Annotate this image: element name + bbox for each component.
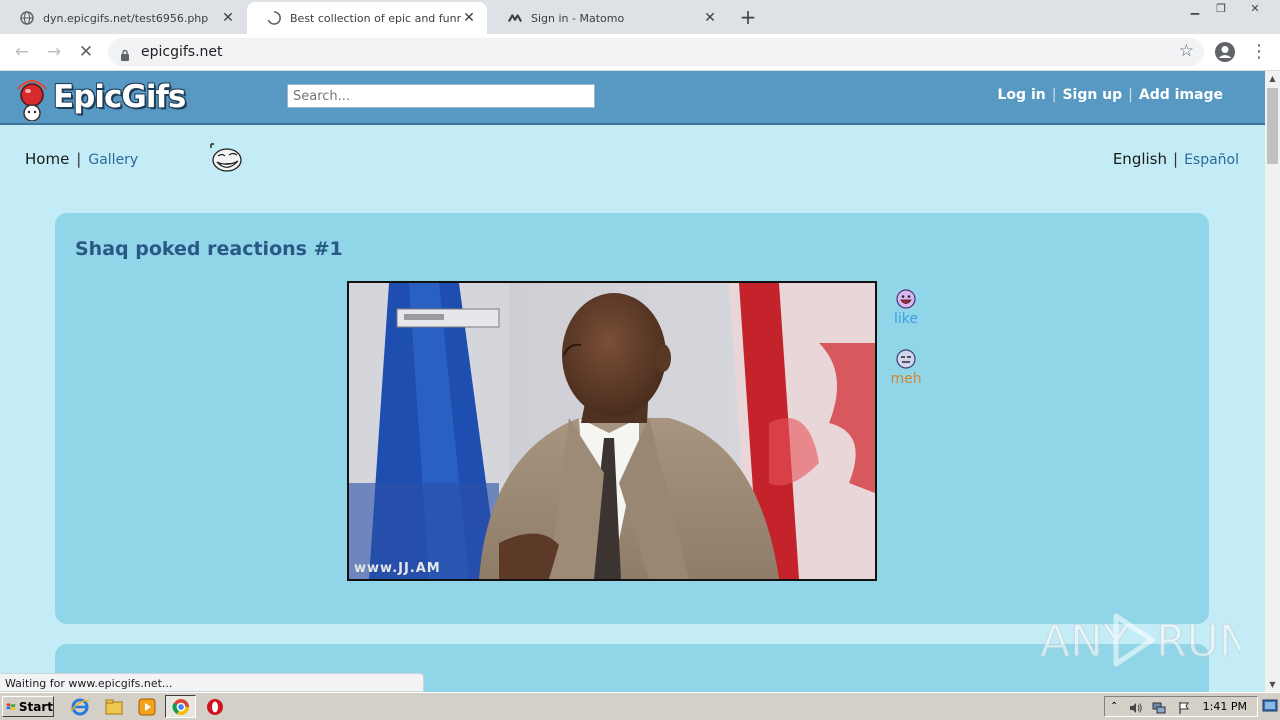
file-explorer-icon[interactable]	[104, 697, 124, 717]
troll-face-icon	[208, 141, 244, 177]
back-arrow-icon[interactable]: ←	[10, 40, 34, 64]
tab-label: dyn.epicgifs.net/test6956.php	[43, 11, 209, 25]
browser-menu-icon[interactable]: ⋮	[1250, 41, 1268, 63]
close-icon[interactable]: ✕	[220, 10, 236, 26]
matomo-icon	[508, 11, 522, 25]
windows-taskbar: Start ⌃ 1:41 PM	[0, 692, 1280, 720]
scroll-down-icon[interactable]: ▼	[1265, 677, 1280, 692]
start-label: Start	[18, 699, 53, 714]
close-icon[interactable]: ✕	[702, 10, 718, 26]
network-icon[interactable]	[1152, 700, 1166, 714]
login-link[interactable]: Log in	[998, 87, 1046, 103]
main-nav: Home | Gallery	[25, 150, 138, 168]
gif-watermark-text: www.JJ.AM	[354, 561, 441, 576]
profile-avatar-icon[interactable]	[1214, 41, 1236, 63]
system-tray: ⌃ 1:41 PM	[1104, 696, 1258, 717]
nav-home[interactable]: Home	[25, 150, 69, 168]
browser-toolbar: ← → ✕ epicgifs.net ☆ ⋮	[0, 34, 1280, 71]
vote-like-button[interactable]: like	[886, 289, 926, 327]
nav-gallery[interactable]: Gallery	[88, 152, 138, 168]
site-logo[interactable]: EpicGifs	[12, 75, 202, 121]
meh-face-icon	[896, 349, 916, 369]
start-button[interactable]: Start	[2, 696, 54, 717]
chrome-icon	[171, 697, 191, 717]
opera-icon[interactable]	[205, 697, 225, 717]
address-bar[interactable]: epicgifs.net ☆	[108, 38, 1204, 66]
add-image-link[interactable]: Add image	[1139, 87, 1223, 103]
search-input[interactable]	[287, 84, 595, 108]
tray-expand-icon[interactable]: ⌃	[1110, 700, 1124, 714]
bookmark-star-icon[interactable]: ☆	[1179, 41, 1194, 61]
minimize-button[interactable]: ▁	[1184, 0, 1206, 18]
internet-explorer-icon[interactable]	[70, 697, 90, 717]
language-switch: English | Español	[1113, 150, 1239, 168]
status-bar: Waiting for www.epicgifs.net...	[0, 673, 424, 692]
taskbar-clock[interactable]: 1:41 PM	[1203, 700, 1247, 713]
separator: |	[1128, 87, 1133, 103]
action-center-flag-icon[interactable]	[1177, 700, 1191, 714]
logo-mascot-icon	[17, 80, 47, 121]
close-icon[interactable]: ✕	[461, 10, 477, 26]
laughing-face-icon	[896, 289, 916, 309]
media-player-icon[interactable]	[137, 697, 157, 717]
stop-loading-icon[interactable]: ✕	[74, 40, 98, 64]
tab-matomo[interactable]: Sign in - Matomo ✕	[488, 2, 728, 34]
signup-link[interactable]: Sign up	[1062, 87, 1122, 103]
vote-meh-label: meh	[890, 371, 922, 387]
gif-image[interactable]: www.JJ.AM	[347, 281, 877, 581]
separator: |	[1051, 87, 1057, 103]
vote-meh-button[interactable]: meh	[886, 349, 926, 387]
page-scrollbar[interactable]: ▲ ▼	[1265, 71, 1280, 692]
page-viewport: EpicGifs Log in | Sign up | Add image Home | G…	[0, 71, 1265, 692]
logo-text: EpicGifs	[53, 79, 186, 115]
separator: |	[76, 150, 82, 168]
window-close-button[interactable]: ✕	[1244, 0, 1266, 18]
site-header: EpicGifs Log in | Sign up | Add image	[0, 71, 1265, 125]
post-title[interactable]: Shaq poked reactions #1	[75, 238, 343, 260]
tab-strip: dyn.epicgifs.net/test6956.php ✕ Best col…	[0, 0, 1280, 34]
lang-spanish[interactable]: Español	[1184, 152, 1239, 168]
gif-picture	[349, 283, 875, 579]
tab-epicgifs-test[interactable]: dyn.epicgifs.net/test6956.php ✕	[0, 2, 246, 34]
loading-spinner-icon	[267, 11, 281, 25]
globe-icon	[20, 11, 34, 25]
gif-post-card: Shaq poked reactions #1 www.JJ.AM like m…	[55, 213, 1209, 624]
scroll-up-icon[interactable]: ▲	[1265, 71, 1280, 86]
lock-icon	[120, 46, 130, 65]
url-text: epicgifs.net	[141, 44, 223, 60]
windows-logo-icon	[6, 702, 16, 710]
tab-label: Sign in - Matomo	[531, 11, 625, 25]
separator: |	[1173, 150, 1179, 168]
anyrun-watermark: ANY RUN	[1040, 608, 1252, 672]
anyrun-run: RUN	[1156, 616, 1240, 667]
volume-icon[interactable]	[1129, 700, 1143, 714]
restore-button[interactable]: ❐	[1210, 0, 1232, 18]
vote-like-label: like	[893, 311, 918, 327]
forward-arrow-icon[interactable]: →	[42, 40, 66, 64]
scroll-thumb[interactable]	[1267, 88, 1278, 164]
show-desktop-icon[interactable]	[1262, 697, 1278, 715]
new-tab-button[interactable]: +	[737, 6, 759, 28]
lang-english[interactable]: English	[1113, 150, 1167, 168]
auth-links: Log in | Sign up | Add image	[998, 87, 1223, 103]
tab-epicgifs-home[interactable]: Best collection of epic and funny gifs ✕	[247, 2, 487, 34]
tab-label: Best collection of epic and funny gifs	[290, 11, 461, 25]
